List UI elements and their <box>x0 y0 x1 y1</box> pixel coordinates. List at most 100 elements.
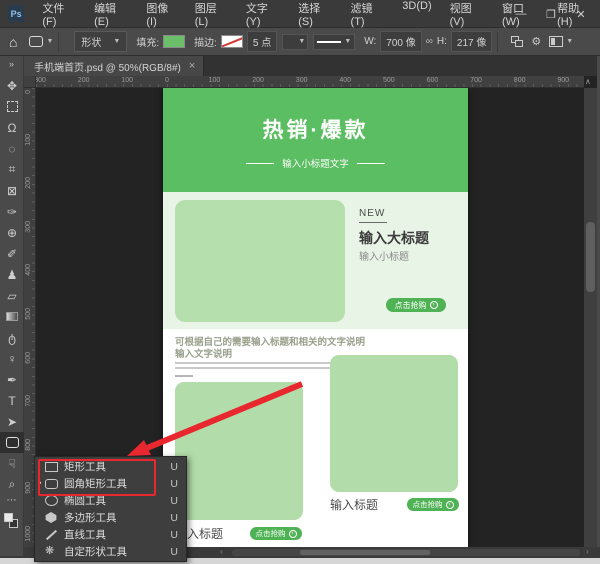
chevron-down-icon: ▼ <box>344 38 351 45</box>
ruler-label: 700 <box>25 395 32 407</box>
path-selection-tool[interactable]: ➤ <box>0 411 24 432</box>
menu-item-7[interactable]: 滤镜(T) <box>343 0 393 31</box>
photoshop-logo-icon: Ps <box>8 5 24 22</box>
polygon-icon <box>45 512 57 523</box>
ruler-label: 300 <box>296 77 308 84</box>
lasso-tool[interactable]: Ω <box>0 117 24 138</box>
horizontal-scrollbar[interactable] <box>232 549 580 556</box>
menu-item-4[interactable]: 图层(L) <box>187 0 236 31</box>
shape-tool[interactable] <box>0 432 24 453</box>
maximize-button[interactable]: ❐ <box>536 8 566 21</box>
photoshop-window: Ps 文件(F)编辑(E)图像(I)图层(L)文字(Y)选择(S)滤镜(T)3D… <box>0 0 600 564</box>
horizontal-ruler: 3002001000100200300400500600700800900100… <box>36 76 584 88</box>
color-swatches[interactable] <box>0 511 24 531</box>
marquee-tool-icon <box>7 101 18 112</box>
tool-mode-select[interactable]: 形状 ▼ <box>74 31 127 52</box>
ruler-label: 900 <box>557 77 569 84</box>
flyout-item-line[interactable]: 直线工具U <box>35 526 186 543</box>
scroll-right-icon[interactable]: › <box>586 547 589 556</box>
foreground-color-swatch[interactable] <box>4 513 13 522</box>
ruler-label: 400 <box>25 264 32 276</box>
minimize-button[interactable]: — <box>506 8 536 20</box>
home-icon[interactable]: ⌂ <box>9 34 17 50</box>
flyout-item-label: 自定形状工具 <box>64 544 170 559</box>
tools-panel: » ✥ Ω◌⌗⊠✑⊕✐♟▱ ტ♀✒T➤ ☟⌕ ⋯ <box>0 56 24 556</box>
width-input[interactable]: 700 像 <box>380 31 421 52</box>
menu-item-6[interactable]: 选择(S) <box>290 0 340 31</box>
vertical-scrollbar-thumb[interactable] <box>586 222 595 292</box>
ruler-label: 600 <box>427 77 439 84</box>
fill-color-swatch[interactable] <box>163 35 185 48</box>
menu-item-5[interactable]: 文字(Y) <box>238 0 288 31</box>
frame-tool[interactable]: ⊠ <box>0 180 24 201</box>
ruler-label: 1000 <box>25 526 32 542</box>
menu-item-8[interactable]: 3D(D) <box>394 0 439 31</box>
flyout-item-label: 直线工具 <box>64 527 170 542</box>
ruler-label: 800 <box>514 77 526 84</box>
clone-stamp-tool[interactable]: ♟ <box>0 264 24 285</box>
hand-tool[interactable]: ☟ <box>0 453 24 474</box>
eyedropper-tool[interactable]: ✑ <box>0 201 24 222</box>
flyout-item-label: 多边形工具 <box>64 510 170 525</box>
menu-item-2[interactable]: 编辑(E) <box>86 0 136 31</box>
close-icon[interactable]: × <box>189 60 195 72</box>
feature-title: 输入大标题 <box>359 228 429 248</box>
tool-options-bar: ⌂ ▼ 形状 ▼ 填充: 描边: 5 点 ▼ ▼ W: 700 像 ∞ H: 2… <box>0 28 600 56</box>
tool-preset-button[interactable]: ▼ <box>29 36 53 47</box>
eraser-tool[interactable]: ▱ <box>0 285 24 306</box>
brush-tool[interactable]: ✐ <box>0 243 24 264</box>
image-placeholder <box>175 200 345 322</box>
document-tab[interactable]: 手机端首页.psd @ 50%(RGB/8#) × <box>24 56 204 76</box>
type-tool[interactable]: T <box>0 390 24 411</box>
ruler-label: 0 <box>25 90 32 94</box>
ruler-label: 200 <box>252 77 264 84</box>
gear-icon[interactable]: ⚙ <box>531 35 541 48</box>
zoom-tool[interactable]: ⌕ <box>0 474 24 495</box>
gradient-tool[interactable] <box>0 306 24 327</box>
pen-tool[interactable]: ✒ <box>0 369 24 390</box>
flyout-item-shortcut: U <box>170 495 178 507</box>
quick-selection-tool[interactable]: ◌ <box>0 138 24 159</box>
fill-label: 填充: <box>136 34 159 49</box>
ruler-label: 300 <box>36 77 46 84</box>
vertical-scrollbar[interactable] <box>584 88 597 547</box>
move-tool[interactable]: ✥ <box>0 75 24 96</box>
marquee-tool[interactable] <box>0 96 24 117</box>
feature-section: NEW 输入大标题 输入小标题 点击抢购 › <box>163 192 468 329</box>
menu-item-1[interactable]: 文件(F) <box>34 0 84 31</box>
stroke-options-dropdown[interactable]: ▼ <box>282 34 308 50</box>
stroke-color-swatch[interactable] <box>221 35 243 48</box>
stroke-width-input[interactable]: 5 点 <box>247 31 277 52</box>
ruler-label: 900 <box>25 482 32 494</box>
menu-bar: Ps 文件(F)编辑(E)图像(I)图层(L)文字(Y)选择(S)滤镜(T)3D… <box>0 0 600 28</box>
healing-brush-tool[interactable]: ⊕ <box>0 222 24 243</box>
blur-tool[interactable]: ტ <box>0 327 24 348</box>
scroll-left-icon[interactable]: ‹ <box>220 547 223 556</box>
crop-tool[interactable]: ⌗ <box>0 159 24 180</box>
solid-line-icon <box>317 41 341 43</box>
dodge-tool[interactable]: ♀ <box>0 348 24 369</box>
horizontal-scrollbar-thumb[interactable] <box>300 550 430 555</box>
ruler-label: 400 <box>339 77 351 84</box>
scroll-up-icon[interactable]: ∧ <box>585 77 591 86</box>
menu-item-9[interactable]: 视图(V) <box>442 0 492 31</box>
collapse-panel-icon[interactable]: » <box>0 56 23 75</box>
flyout-item-custom-shape[interactable]: ❋自定形状工具U <box>35 543 186 560</box>
width-label: W: <box>364 36 376 47</box>
edit-toolbar-icon[interactable]: ⋯ <box>0 495 23 511</box>
arrow-circle-icon: › <box>446 501 454 509</box>
link-dimensions-icon[interactable]: ∞ <box>426 36 433 47</box>
document-canvas[interactable]: 热销·爆款 输入小标题文字 NEW 输入大标题 输入小标题 点击抢购 › <box>163 88 468 547</box>
flyout-item-shortcut: U <box>170 461 178 473</box>
ruler-label: 300 <box>25 221 32 233</box>
path-operations-icon[interactable] <box>511 36 523 47</box>
ruler-label: 0 <box>165 77 169 84</box>
flyout-item-polygon[interactable]: 多边形工具U <box>35 509 186 526</box>
buy-button: 点击抢购 › <box>250 527 302 540</box>
stroke-style-dropdown[interactable]: ▼ <box>313 34 355 50</box>
menu-item-3[interactable]: 图像(I) <box>138 0 184 31</box>
divider <box>497 32 498 52</box>
height-input[interactable]: 217 像 <box>451 31 492 52</box>
close-button[interactable]: ✕ <box>566 8 596 21</box>
align-edges-icon[interactable] <box>549 36 563 47</box>
